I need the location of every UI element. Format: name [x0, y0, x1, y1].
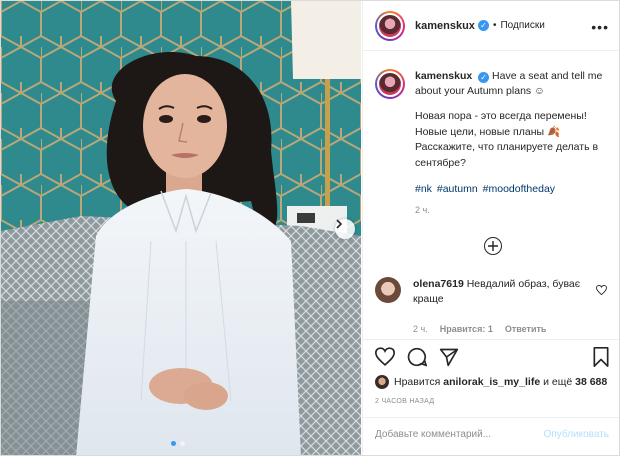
comment-item: olena7619 Невдалий образ, буває краще 2 …: [375, 277, 609, 334]
instagram-post: kamenskux ✓ • Подписки ••• kamenskux ✓ H…: [0, 0, 620, 456]
post-caption: kamenskux ✓ Have a seat and tell me abou…: [363, 51, 619, 215]
photo-illustration: [1, 1, 361, 455]
divider: [363, 339, 619, 340]
post-timestamp[interactable]: 2 ЧАСОВ НАЗАД: [375, 398, 434, 405]
carousel-dot: [180, 441, 185, 446]
likes-summary: Нравится anilorak_is_my_life и ещё 38 68…: [375, 375, 607, 389]
post-header: kamenskux ✓ • Подписки •••: [363, 1, 619, 51]
carousel-dot-active: [171, 441, 176, 446]
hashtag-link[interactable]: #nk: [415, 183, 432, 195]
reply-button[interactable]: Ответить: [505, 324, 547, 334]
following-button[interactable]: Подписки: [500, 20, 544, 31]
liker-username[interactable]: anilorak_is_my_life: [443, 376, 540, 388]
author-username[interactable]: kamenskux: [415, 20, 475, 32]
author-avatar[interactable]: [375, 10, 405, 41]
commenter-username[interactable]: olena7619: [413, 278, 464, 290]
caption-username[interactable]: kamenskux: [415, 70, 472, 82]
verified-badge-icon: ✓: [477, 20, 489, 31]
load-more-comments-button[interactable]: [484, 237, 502, 255]
more-options-icon[interactable]: •••: [591, 19, 609, 35]
plus-icon: [488, 241, 498, 251]
caption-avatar[interactable]: [375, 69, 405, 99]
save-bookmark-icon[interactable]: [593, 347, 609, 367]
comment-input[interactable]: Добавьте комментарий...: [375, 429, 491, 440]
caption-time[interactable]: 2 ч.: [415, 205, 607, 215]
hashtag-link[interactable]: #moodoftheday: [483, 183, 555, 195]
comment-icon[interactable]: [407, 347, 427, 367]
commenter-avatar[interactable]: [375, 277, 401, 303]
verified-badge-icon: ✓: [478, 72, 490, 83]
publish-button[interactable]: Опубликовать: [544, 429, 609, 440]
caption-text-ru: Новая пора - это всегда перемены! Новые …: [415, 110, 599, 169]
liker-avatar[interactable]: [375, 375, 389, 389]
hashtag-link[interactable]: #autumn: [437, 183, 478, 195]
next-photo-button[interactable]: [335, 219, 355, 239]
post-sidebar: kamenskux ✓ • Подписки ••• kamenskux ✓ H…: [362, 1, 619, 455]
hashtags: #nk #autumn #moodoftheday: [415, 183, 607, 195]
divider: [363, 417, 619, 418]
chevron-right-icon: [336, 219, 343, 229]
likes-prefix: Нравится: [394, 376, 441, 388]
add-comment-bar: Добавьте комментарий... Опубликовать: [375, 429, 609, 440]
heart-icon[interactable]: [375, 347, 395, 366]
likes-count[interactable]: 38 688: [575, 376, 607, 388]
comment-likes[interactable]: Нравится: 1: [440, 324, 493, 334]
action-bar: [375, 347, 609, 369]
likes-suffix: и ещё: [543, 376, 573, 388]
share-icon[interactable]: [439, 347, 459, 367]
comment-like-icon[interactable]: [596, 285, 607, 295]
carousel-indicator: [171, 441, 185, 446]
comment-time[interactable]: 2 ч.: [413, 324, 428, 334]
post-photo[interactable]: [1, 1, 361, 455]
header-separator: •: [492, 20, 497, 31]
